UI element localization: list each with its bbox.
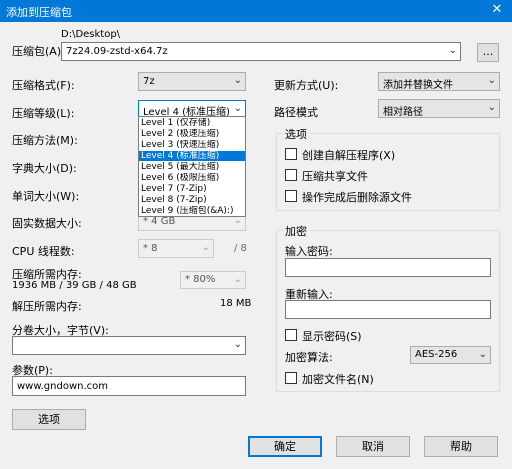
level-option[interactable]: Level 1 (仅存储)	[139, 118, 245, 128]
format-select[interactable]: 7z ⌄	[138, 72, 246, 91]
format-value: 7z	[143, 76, 155, 87]
cpu-value: * 8	[143, 243, 158, 254]
level-option[interactable]: Level 6 (极限压缩)	[139, 173, 245, 183]
archive-name-value: 7z24.09-zstd-x64.7z	[66, 46, 168, 57]
level-option[interactable]: Level 7 (7-Zip)	[139, 184, 245, 194]
help-button[interactable]: 帮助	[424, 436, 498, 457]
path-mode-label: 路径模式	[274, 106, 318, 119]
sfx-label: 创建自解压程序(X)	[302, 149, 396, 162]
level-value: Level 4 (标准压缩)	[143, 107, 230, 117]
options-button[interactable]: 选项	[12, 409, 86, 430]
word-label: 单词大小(W):	[12, 190, 80, 203]
show-password-checkbox[interactable]: 显示密码(S)	[285, 328, 435, 343]
encryption-group-title: 加密	[282, 223, 310, 239]
cpu-label: CPU 线程数:	[12, 245, 75, 258]
archive-path: D:\Desktop\	[61, 29, 121, 40]
chevron-down-icon: ⌄	[233, 75, 242, 86]
cancel-button[interactable]: 取消	[336, 436, 410, 457]
shared-files-checkbox[interactable]: 压缩共享文件	[285, 168, 485, 183]
mem-comp-value: 1936 MB / 39 GB / 48 GB	[12, 280, 137, 291]
archive-label: 压缩包(A):	[12, 45, 65, 58]
solid-value: * 4 GB	[143, 216, 176, 227]
mem-decomp-value: 18 MB	[220, 298, 252, 309]
level-select[interactable]: Level 4 (标准压缩) ⌄	[138, 100, 246, 117]
update-value: 添加并替换文件	[383, 80, 453, 91]
show-password-label: 显示密码(S)	[302, 330, 362, 343]
chevron-down-icon: ⌄	[478, 349, 487, 360]
level-option[interactable]: Level 5 (最大压缩)	[139, 162, 245, 172]
browse-button[interactable]: ...	[477, 43, 499, 62]
dict-label: 字典大小(D):	[12, 162, 77, 175]
title-bar: 添加到压缩包 ✕	[0, 0, 512, 22]
update-label: 更新方式(U):	[274, 79, 339, 92]
level-option-selected[interactable]: Level 4 (标准压缩)	[139, 151, 245, 161]
chevron-down-icon: ⌄	[233, 339, 242, 350]
level-option[interactable]: Level 3 (快速压缩)	[139, 140, 245, 150]
checkbox-icon	[285, 190, 297, 202]
password-input[interactable]	[285, 258, 491, 277]
password-confirm-input[interactable]	[285, 300, 491, 319]
solid-label: 固实数据大小:	[12, 217, 82, 230]
chevron-down-icon: ⌄	[233, 274, 242, 285]
path-mode-select[interactable]: 相对路径 ⌄	[378, 99, 500, 118]
cpu-select[interactable]: * 8 ⌄	[138, 239, 214, 258]
cpu-total: / 8	[234, 243, 247, 254]
params-input[interactable]: www.gndown.com	[12, 376, 246, 396]
encryption-method-select[interactable]: AES-256 ⌄	[410, 346, 491, 364]
window-title: 添加到压缩包	[6, 6, 72, 19]
mem-decomp-label: 解压所需内存:	[12, 300, 82, 313]
level-option[interactable]: Level 2 (极速压缩)	[139, 129, 245, 139]
chevron-down-icon: ⌄	[487, 75, 496, 86]
encryption-method-value: AES-256	[415, 349, 458, 360]
chevron-down-icon: ⌄	[233, 103, 242, 114]
close-icon[interactable]: ✕	[482, 0, 512, 22]
archive-name-combo[interactable]: 7z24.09-zstd-x64.7z ⌄	[61, 42, 461, 61]
level-dropdown-list: Level 1 (仅存储) Level 2 (极速压缩) Level 3 (快速…	[138, 116, 246, 217]
encryption-method-label: 加密算法:	[285, 351, 333, 364]
shared-files-label: 压缩共享文件	[302, 170, 368, 183]
options-group-title: 选项	[282, 126, 310, 142]
method-label: 压缩方法(M):	[12, 134, 78, 147]
mem-percent-select[interactable]: * 80% ⌄	[180, 271, 246, 289]
split-select[interactable]: ⌄	[12, 336, 246, 355]
checkbox-icon	[285, 372, 297, 384]
checkbox-icon	[285, 148, 297, 160]
level-label: 压缩等级(L):	[12, 107, 75, 120]
chevron-down-icon: ⌄	[201, 242, 210, 253]
update-select[interactable]: 添加并替换文件 ⌄	[378, 72, 500, 91]
path-mode-value: 相对路径	[383, 107, 423, 118]
chevron-down-icon: ⌄	[487, 102, 496, 113]
delete-after-label: 操作完成后删除源文件	[302, 191, 412, 204]
sfx-checkbox[interactable]: 创建自解压程序(X)	[285, 147, 485, 162]
level-option[interactable]: Level 9 (压缩包(&A):)	[139, 206, 245, 216]
ok-button[interactable]: 确定	[248, 436, 322, 457]
delete-after-checkbox[interactable]: 操作完成后删除源文件	[285, 189, 485, 204]
format-label: 压缩格式(F):	[12, 79, 75, 92]
encrypt-names-label: 加密文件名(N)	[302, 373, 374, 386]
level-option[interactable]: Level 8 (7-Zip)	[139, 195, 245, 205]
encrypt-names-checkbox[interactable]: 加密文件名(N)	[285, 371, 435, 386]
password-label: 输入密码:	[285, 245, 333, 258]
params-value: www.gndown.com	[17, 381, 109, 392]
chevron-down-icon: ⌄	[448, 45, 457, 56]
checkbox-icon	[285, 329, 297, 341]
checkbox-icon	[285, 169, 297, 181]
mem-percent-value: * 80%	[185, 274, 216, 285]
